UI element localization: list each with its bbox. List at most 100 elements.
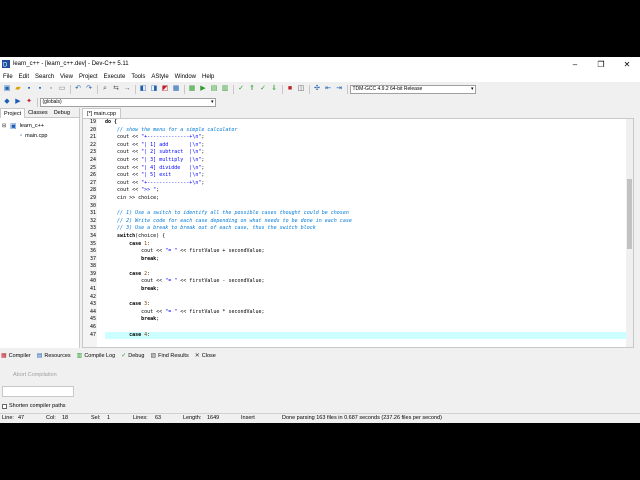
code-line[interactable]: cout << "| 1] add |\n"; (105, 142, 633, 150)
menu-edit[interactable]: Edit (16, 74, 32, 80)
menu-search[interactable]: Search (32, 74, 57, 80)
code-line[interactable]: cout << "+--------------+\n"; (105, 180, 633, 188)
close-file-icon[interactable]: ▫ (47, 85, 55, 93)
class-jump-icon[interactable]: ▶ (14, 98, 22, 106)
abort-compilation-button[interactable]: Abort Compilation (13, 372, 57, 378)
indent-icon[interactable]: ✣ (313, 85, 321, 93)
tab-debug[interactable]: Debug (51, 110, 73, 116)
code-line[interactable]: break; (105, 255, 633, 264)
syntax-check-icon[interactable]: ✓ (259, 85, 267, 93)
code-editor[interactable]: 19 20 21 22 23 24 25 26 27 28 29 30 31 32 33 34 35 36 37 38… (82, 118, 634, 348)
tab-classes[interactable]: Classes (25, 110, 51, 116)
replace-icon[interactable]: ⇆ (112, 85, 120, 93)
code-line[interactable] (105, 263, 633, 271)
toggle-bookmark-icon[interactable]: ◫ (297, 85, 305, 93)
menu-execute[interactable]: Execute (101, 74, 129, 80)
stop-execution-icon[interactable]: ■ (286, 85, 294, 93)
compile-icon[interactable]: ▦ (188, 85, 196, 93)
tab-compiler[interactable]: ▦ Compiler (0, 352, 31, 360)
menu-window[interactable]: Window (172, 74, 199, 80)
code-area[interactable]: do { // show the menu for a simple calcu… (105, 119, 633, 340)
project-new-icon[interactable]: ◧ (139, 85, 147, 93)
code-line[interactable]: // 1) Use a switch to identify all the p… (105, 210, 633, 218)
menu-view[interactable]: View (57, 74, 76, 80)
code-line[interactable]: switch(choice) { (105, 233, 633, 241)
menu-tools[interactable]: Tools (128, 74, 148, 80)
run-icon[interactable]: ▶ (199, 85, 207, 93)
class-insert-icon[interactable]: ✦ (25, 98, 33, 106)
project-remove-icon[interactable]: ◩ (161, 85, 169, 93)
goto-icon[interactable]: → (123, 85, 131, 93)
code-line-current[interactable]: case 4: (105, 331, 633, 340)
code-line[interactable]: cout << "= " << firstValue + secondValue… (105, 248, 633, 256)
fold-margin[interactable] (97, 119, 103, 347)
find-icon[interactable]: ⌕ (101, 85, 109, 93)
code-line[interactable]: cout << "+--------------+\n"; (105, 134, 633, 142)
save-icon[interactable]: ▪ (25, 85, 33, 93)
open-folder-icon[interactable]: ▰ (14, 85, 22, 93)
code-line[interactable]: case 2: (105, 271, 633, 279)
close-window-button[interactable]: ✕ (614, 57, 640, 71)
code-line[interactable]: break; (105, 286, 633, 294)
menu-project[interactable]: Project (76, 74, 101, 80)
tab-resources[interactable]: ▤ Resources (36, 352, 71, 360)
code-line[interactable]: cout << "= " << firstValue * secondValue… (105, 309, 633, 317)
class-browser-icon[interactable]: ◆ (3, 98, 11, 106)
code-line[interactable]: case 3: (105, 301, 633, 309)
code-token: ; (201, 156, 205, 163)
editor-vertical-scrollbar[interactable] (626, 119, 633, 347)
code-line[interactable]: // show the menu for a simple calculator (105, 127, 633, 135)
code-line[interactable]: // 3) Use a break to break out of each c… (105, 225, 633, 233)
code-line[interactable]: cout << "| 5] exit |\n"; (105, 172, 633, 180)
tab-debug-bottom[interactable]: ✓ Debug (120, 352, 144, 360)
compiler-select[interactable]: TDM-GCC 4.9.2 64-bit Release ▾ (349, 84, 476, 94)
tab-project[interactable]: Project (0, 107, 26, 118)
code-line[interactable] (105, 203, 633, 211)
save-all-icon[interactable]: ▪ (36, 85, 44, 93)
project-add-icon[interactable]: ◨ (150, 85, 158, 93)
unindent-icon[interactable]: ⇤ (324, 85, 332, 93)
project-node[interactable]: ⊟ ▣ learn_c++ (0, 121, 79, 131)
debug-icon[interactable]: ✓ (237, 85, 245, 93)
code-line[interactable] (105, 324, 633, 332)
code-line[interactable]: do { (105, 119, 633, 127)
shorten-paths-option[interactable]: Shorten compiler paths (2, 403, 66, 409)
format-icon[interactable]: ⇥ (335, 85, 343, 93)
file-node[interactable]: ▫ main.cpp (0, 131, 79, 141)
collapse-icon[interactable]: ⊟ (2, 123, 8, 129)
tab-find-results[interactable]: ▧ Find Results (149, 352, 188, 360)
undo-icon[interactable]: ↶ (74, 85, 82, 93)
code-token: ; (156, 255, 160, 262)
globals-select[interactable]: (globals) ▾ (39, 97, 216, 107)
code-line[interactable]: // 2) Write code for each case depending… (105, 218, 633, 226)
status-line-label: Line: (2, 415, 14, 421)
code-line[interactable]: cout << "| 3] multiply |\n"; (105, 156, 633, 165)
new-file-icon[interactable]: ▣ (3, 85, 11, 93)
code-line[interactable] (105, 294, 633, 302)
menu-file[interactable]: File (0, 74, 16, 80)
scrollbar-thumb[interactable] (627, 179, 632, 249)
profile-icon[interactable]: ⇑ (248, 85, 256, 93)
compile-run-icon[interactable]: ▤ (210, 85, 218, 93)
rebuild-icon[interactable]: ▥ (221, 85, 229, 93)
shorten-paths-checkbox[interactable] (2, 403, 7, 409)
tab-close[interactable]: ✕ Close (194, 352, 216, 360)
code-line[interactable]: cout << "| 2] subtract |\n"; (105, 149, 633, 157)
code-line[interactable]: cin >> choice; (105, 195, 633, 203)
code-line[interactable]: break; (105, 316, 633, 324)
redo-icon[interactable]: ↷ (85, 85, 93, 93)
code-line[interactable]: cout << "= " << firstValue - secondValue… (105, 278, 633, 286)
maximize-button[interactable]: ❐ (588, 57, 614, 71)
check-icon[interactable]: ⇓ (270, 85, 278, 93)
code-line[interactable]: case 1: (105, 241, 633, 249)
menu-astyle[interactable]: AStyle (148, 74, 171, 80)
tab-compile-log[interactable]: ▥ Compile Log (76, 352, 116, 360)
code-line[interactable]: cout << ">> "; (105, 187, 633, 195)
log-vertical-scrollbar[interactable] (632, 361, 638, 413)
print-icon[interactable]: ▭ (58, 85, 66, 93)
minimize-button[interactable]: – (562, 57, 588, 71)
menu-help[interactable]: Help (199, 74, 217, 80)
project-options-icon[interactable]: ▦ (172, 85, 180, 93)
editor-tab-main-cpp[interactable]: [*] main.cpp (82, 108, 122, 118)
code-line[interactable]: cout << "| 4] dividde |\n"; (105, 165, 633, 173)
